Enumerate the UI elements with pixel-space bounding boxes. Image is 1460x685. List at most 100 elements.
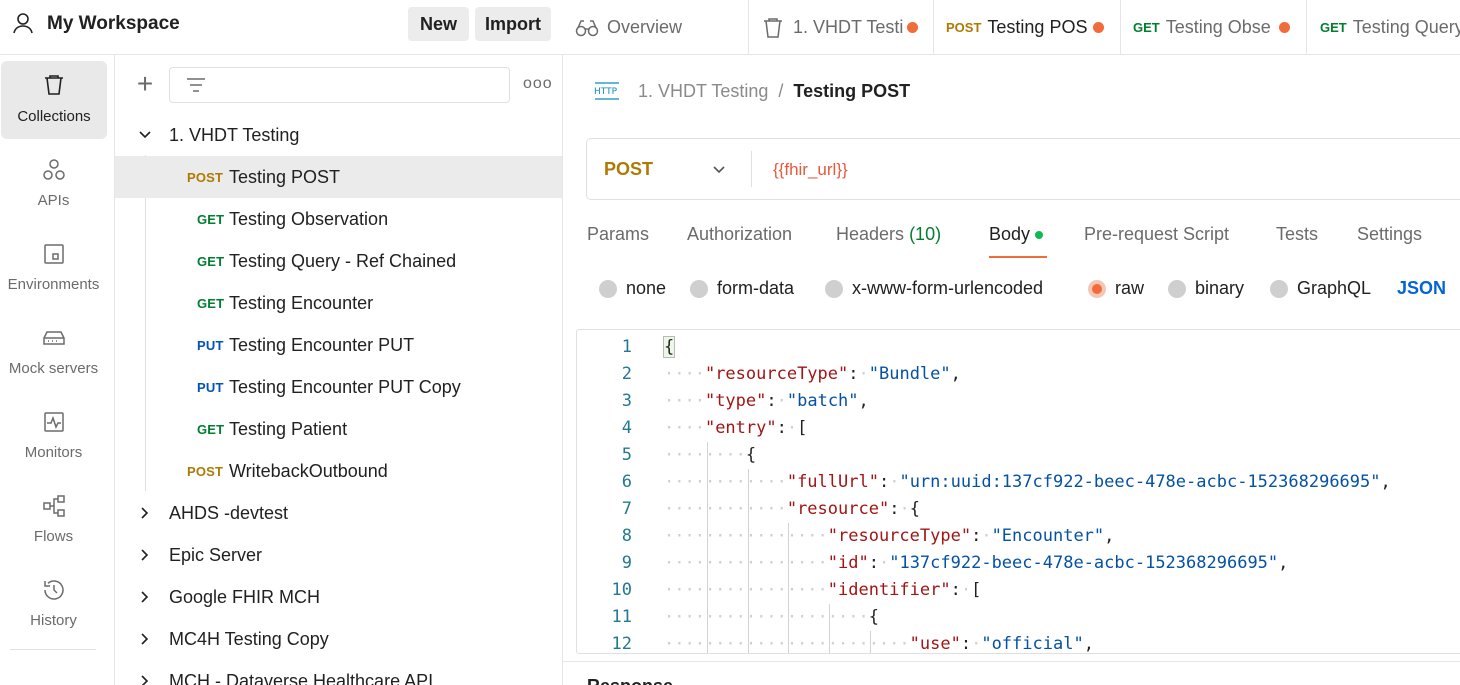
- add-collection-button[interactable]: +: [133, 70, 157, 98]
- headers-count: (10): [909, 224, 942, 244]
- method-badge: PUT: [197, 379, 224, 395]
- radio-label: none: [626, 278, 667, 298]
- radio-label: raw: [1115, 278, 1145, 298]
- radio-form-data[interactable]: form-data: [690, 278, 794, 299]
- rail-item-environments[interactable]: Environments: [0, 229, 107, 307]
- breadcrumb-current[interactable]: Testing POST: [793, 81, 910, 102]
- code-text: {: [662, 336, 676, 358]
- collection-vhdt-testing[interactable]: 1. VHDT Testing: [115, 114, 562, 156]
- code-line: 8 ················"resourceType":·"Encoun…: [577, 523, 1460, 550]
- tab-label: 1. VHDT Testi: [793, 17, 904, 37]
- radio-x-www-form-urlencoded[interactable]: x-www-form-urlencoded: [825, 278, 1043, 299]
- trash-can-icon: [45, 75, 63, 95]
- collection-google-fhir-mch[interactable]: Google FHIR MCH: [115, 576, 562, 618]
- collection-epic-server[interactable]: Epic Server: [115, 534, 562, 576]
- new-button[interactable]: New: [408, 7, 469, 41]
- tab-tests[interactable]: Tests: [1276, 224, 1318, 245]
- code-text: ········{: [664, 445, 757, 465]
- rail-item-apis[interactable]: APIs: [0, 145, 107, 223]
- line-number: 7: [621, 499, 632, 519]
- unsaved-dot: [1093, 22, 1104, 33]
- workspace-title[interactable]: My Workspace: [47, 13, 180, 35]
- tab-body-label: Body: [989, 224, 1031, 244]
- body-format-select[interactable]: JSON: [1397, 278, 1446, 299]
- line-number: 2: [621, 364, 632, 384]
- collection-mc4h-testing-copy[interactable]: MC4H Testing Copy: [115, 618, 562, 660]
- response-divider: [563, 661, 1460, 662]
- rail-item-collections[interactable]: Collections: [1, 61, 107, 139]
- radio-circle[interactable]: [825, 279, 843, 298]
- url-input[interactable]: {{fhir_url}}: [773, 160, 848, 180]
- request-item[interactable]: GET Testing Encounter: [115, 282, 562, 324]
- collection-mch-dataverse[interactable]: MCH - Dataverse Healthcare API: [115, 660, 562, 685]
- method-badge: POST: [187, 463, 224, 479]
- rail-label-monitors: Monitors: [24, 444, 83, 461]
- line-number: 10: [611, 580, 632, 600]
- url-bar: POST {{fhir_url}}: [586, 138, 1460, 200]
- radio-circle[interactable]: [690, 279, 708, 298]
- collection-label: AHDS -devtest: [169, 502, 289, 523]
- method-badge: GET: [197, 421, 225, 437]
- collection-ahds-devtest[interactable]: AHDS -devtest: [115, 492, 562, 534]
- code-text: ················"identifier":·[: [664, 580, 982, 600]
- request-item[interactable]: GET Testing Patient: [115, 408, 562, 450]
- tab-settings[interactable]: Settings: [1357, 224, 1422, 245]
- tab-headers[interactable]: Headers (10): [836, 224, 941, 245]
- history-icon: [43, 580, 64, 600]
- tab-params[interactable]: Params: [587, 224, 649, 245]
- more-options-icon[interactable]: ooo: [523, 75, 553, 93]
- tab-body[interactable]: Body: [989, 224, 1044, 245]
- chevron-down-icon[interactable]: [711, 162, 727, 178]
- collections-panel: + ooo 1. VHDT Testing POST Testing POST …: [115, 55, 563, 685]
- collection-label: MCH - Dataverse Healthcare API: [169, 670, 434, 685]
- filter-input[interactable]: [169, 67, 510, 103]
- request-item[interactable]: GET Testing Observation: [115, 198, 562, 240]
- line-number: 11: [611, 607, 632, 627]
- rail-item-mock-servers[interactable]: Mock servers: [0, 313, 107, 391]
- request-item[interactable]: POST WritebackOutbound: [115, 450, 562, 492]
- tab-label: Overview: [607, 17, 683, 37]
- rail-item-history[interactable]: History: [0, 565, 107, 643]
- code-text: ························"use":·"official…: [664, 634, 1094, 654]
- radio-raw[interactable]: raw: [1088, 278, 1144, 299]
- request-tabs-bar: Overview 1. VHDT Testi POST Testing POS …: [563, 0, 1460, 55]
- rail-label-apis: APIs: [37, 192, 70, 209]
- chevron-down-icon: [139, 131, 151, 139]
- rail-item-flows[interactable]: Flows: [0, 481, 107, 559]
- apis-icon: [42, 159, 65, 180]
- request-item[interactable]: GET Testing Query - Ref Chained: [115, 240, 562, 282]
- tab-pre-request-script[interactable]: Pre-request Script: [1084, 224, 1229, 245]
- rail-label-flows: Flows: [33, 528, 74, 545]
- tab-collection[interactable]: 1. VHDT Testi: [749, 0, 934, 54]
- user-icon[interactable]: [12, 12, 34, 34]
- method-select[interactable]: POST: [604, 159, 653, 180]
- request-item[interactable]: POST Testing POST: [115, 156, 562, 198]
- request-item[interactable]: PUT Testing Encounter PUT: [115, 324, 562, 366]
- chevron-right-icon: [141, 633, 149, 645]
- tab-overview[interactable]: Overview: [563, 0, 749, 54]
- rail-item-monitors[interactable]: Monitors: [0, 397, 107, 475]
- code-line: 5 ········{: [577, 442, 1460, 469]
- breadcrumb-parent[interactable]: 1. VHDT Testing: [638, 81, 768, 102]
- radio-circle[interactable]: [599, 279, 617, 298]
- collection-label: MC4H Testing Copy: [169, 628, 329, 649]
- radio-circle-checked[interactable]: [1088, 279, 1106, 298]
- response-label: Response: [587, 676, 673, 685]
- radio-circle[interactable]: [1168, 279, 1186, 298]
- tab-authorization[interactable]: Authorization: [687, 224, 792, 245]
- radio-none[interactable]: none: [599, 278, 666, 299]
- radio-graphql[interactable]: GraphQL: [1270, 278, 1371, 299]
- tab-testing-post[interactable]: POST Testing POS: [934, 0, 1121, 54]
- radio-binary[interactable]: binary: [1168, 278, 1244, 299]
- code-text: ················"id":·"137cf922-beec-478…: [664, 553, 1289, 573]
- radio-circle[interactable]: [1270, 279, 1288, 298]
- tab-testing-observation[interactable]: GET Testing Obse: [1121, 0, 1307, 54]
- code-text: ············"fullUrl":·"urn:uuid:137cf92…: [664, 472, 1391, 492]
- import-button[interactable]: Import: [475, 7, 551, 41]
- code-editor[interactable]: 1{2 ····"resourceType":·"Bundle", 3 ····"ty…: [576, 329, 1460, 654]
- code-line: 2 ····"resourceType":·"Bundle",: [577, 361, 1460, 388]
- tab-testing-query[interactable]: GET Testing Query: [1307, 0, 1460, 54]
- code-line: 4 ····"entry":·[: [577, 415, 1460, 442]
- request-item[interactable]: PUT Testing Encounter PUT Copy: [115, 366, 562, 408]
- method-badge: GET: [197, 211, 225, 227]
